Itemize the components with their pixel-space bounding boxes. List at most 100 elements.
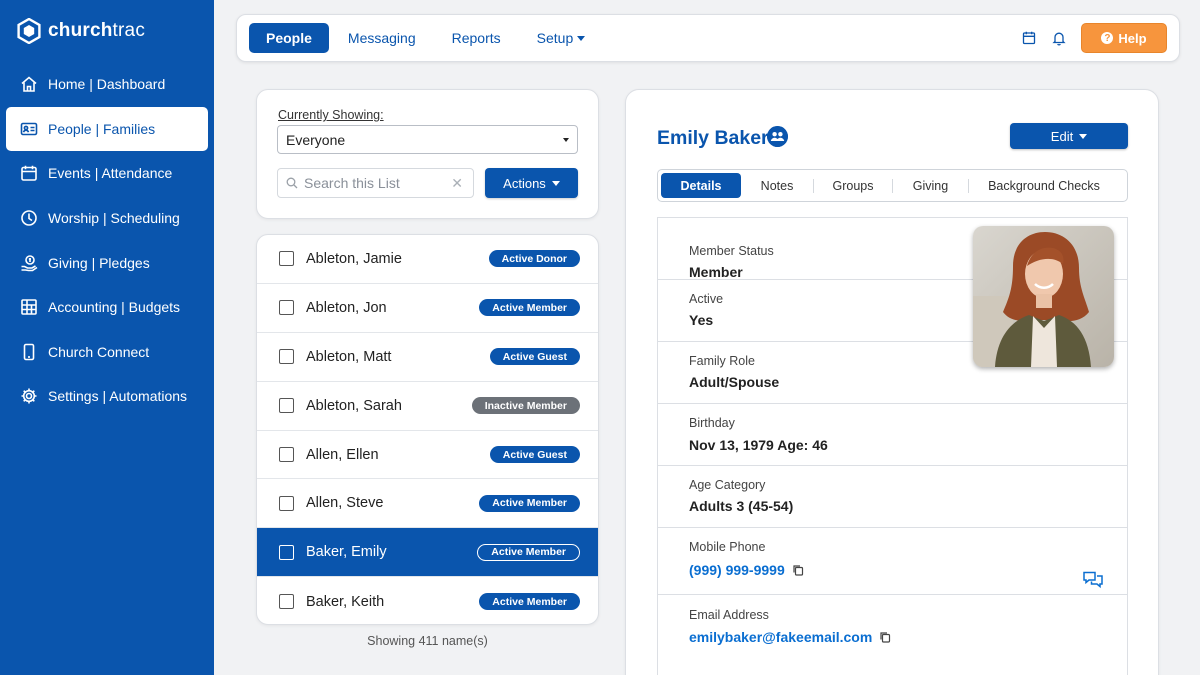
row-checkbox[interactable] [279, 594, 294, 610]
field-label: Email Address [689, 608, 769, 622]
phone-link[interactable]: (999) 999-9999 [689, 562, 804, 578]
calendar-icon[interactable] [1021, 30, 1037, 46]
ledger-icon [21, 299, 37, 316]
status-badge: Inactive Member [471, 397, 580, 415]
sidebar-item-events[interactable]: Events | Attendance [0, 151, 214, 196]
sidebar: churchtrac Home | Dashboard People | Fam… [0, 0, 214, 675]
sidebar-item-accounting[interactable]: Accounting | Budgets [0, 285, 214, 330]
id-card-icon [20, 122, 38, 136]
list-filter-select[interactable]: Everyone [277, 125, 578, 154]
giving-icon [21, 254, 38, 271]
field-label: Family Role [689, 354, 755, 368]
top-tabs: People Messaging Reports Setup [249, 23, 602, 53]
tab-background-checks[interactable]: Background Checks [969, 173, 1119, 198]
search-icon [286, 177, 298, 189]
clear-search-icon[interactable]: ✕ [451, 175, 463, 192]
bell-icon[interactable] [1051, 30, 1067, 46]
copy-icon[interactable] [879, 631, 891, 643]
sidebar-item-giving[interactable]: Giving | Pledges [0, 240, 214, 285]
field-label: Age Category [689, 478, 766, 492]
sidebar-item-label: Events | Attendance [48, 165, 173, 182]
row-checkbox[interactable] [279, 251, 294, 267]
field-value: Yes [689, 312, 714, 328]
list-item[interactable]: Allen, Ellen Active Guest [257, 431, 598, 480]
status-badge: Active Member [479, 299, 580, 317]
churchtrac-logo[interactable]: churchtrac [16, 18, 145, 44]
calendar-icon [21, 166, 37, 182]
tab-details[interactable]: Details [661, 173, 741, 198]
row-checkbox[interactable] [279, 300, 294, 316]
tab-messaging[interactable]: Messaging [331, 23, 433, 53]
list-item[interactable]: Baker, Keith Active Member [257, 577, 598, 624]
row-checkbox[interactable] [279, 398, 294, 414]
tab-setup[interactable]: Setup [520, 23, 603, 53]
tab-groups[interactable]: Groups [814, 173, 892, 198]
actions-button[interactable]: Actions [485, 168, 578, 198]
sidebar-item-people[interactable]: People | Families [6, 106, 208, 152]
row-checkbox[interactable] [279, 544, 294, 560]
list-item[interactable]: Ableton, Jon Active Member [257, 284, 598, 333]
person-title: Emily Baker [657, 127, 769, 149]
row-checkbox[interactable] [279, 495, 294, 511]
sidebar-item-label: Church Connect [48, 343, 150, 360]
help-button[interactable]: ? Help [1081, 23, 1167, 53]
sidebar-item-worship[interactable]: Worship | Scheduling [0, 196, 214, 241]
worship-icon [21, 210, 37, 226]
search-input[interactable] [304, 175, 444, 191]
top-icon-group: ? Help [1021, 23, 1167, 53]
people-list: Ableton, Jamie Active Donor Ableton, Jon… [256, 234, 599, 625]
list-search-box[interactable]: ✕ [277, 168, 474, 198]
status-badge: Active Guest [489, 446, 580, 463]
sidebar-item-label: Worship | Scheduling [48, 210, 180, 227]
tab-reports[interactable]: Reports [435, 23, 518, 53]
currently-showing-label: Currently Showing: [278, 108, 384, 122]
sidebar-item-label: People | Families [48, 120, 156, 137]
sidebar-item-label: Home | Dashboard [48, 76, 166, 93]
profile-photo [973, 226, 1114, 367]
phone-icon [23, 343, 35, 361]
person-name: Baker, Emily [306, 544, 387, 561]
sidebar-item-home[interactable]: Home | Dashboard [0, 62, 214, 107]
field-label: Birthday [689, 416, 735, 430]
detail-tabs: Details Notes Groups Giving Background C… [657, 169, 1128, 202]
sidebar-item-settings[interactable]: Settings | Automations [0, 374, 214, 419]
row-checkbox[interactable] [279, 447, 294, 462]
chevron-down-icon [577, 35, 586, 41]
person-name: Allen, Steve [306, 495, 384, 512]
chat-icon[interactable] [1082, 570, 1104, 590]
logo-wordmark: churchtrac [48, 20, 146, 41]
sidebar-nav: Home | Dashboard People | Families Event… [0, 62, 214, 419]
tab-giving[interactable]: Giving [893, 173, 968, 198]
field-value: Nov 13, 1979 Age: 46 [689, 437, 828, 453]
email-link[interactable]: emilybaker@fakeemail.com [689, 629, 891, 645]
chevron-down-icon [551, 180, 560, 186]
person-name: Allen, Ellen [306, 446, 379, 463]
list-item[interactable]: Allen, Steve Active Member [257, 479, 598, 529]
list-item[interactable]: Ableton, Matt Active Guest [257, 333, 598, 382]
person-name: Ableton, Matt [306, 348, 392, 365]
sidebar-item-label: Giving | Pledges [48, 254, 150, 271]
copy-icon[interactable] [792, 564, 804, 576]
list-item[interactable]: Ableton, Jamie Active Donor [257, 235, 598, 284]
row-checkbox[interactable] [279, 349, 294, 365]
sidebar-item-church-connect[interactable]: Church Connect [0, 330, 214, 375]
person-name: Ableton, Jon [306, 299, 387, 316]
field-label: Member Status [689, 244, 774, 258]
field-age-category: Age Category Adults 3 (45-54) [658, 466, 1127, 528]
gear-icon [21, 388, 37, 404]
list-item[interactable]: Ableton, Sarah Inactive Member [257, 382, 598, 431]
field-label: Active [689, 292, 724, 306]
edit-button[interactable]: Edit [1010, 123, 1128, 149]
list-count: Showing 411 name(s) [367, 634, 488, 648]
field-value: Adults 3 (45-54) [689, 498, 794, 514]
field-value: Member [689, 264, 743, 280]
tab-notes[interactable]: Notes [741, 173, 813, 198]
person-name: Ableton, Jamie [306, 250, 402, 267]
field-birthday: Birthday Nov 13, 1979 Age: 46 [658, 404, 1127, 466]
field-mobile-phone: Mobile Phone (999) 999-9999 [658, 528, 1127, 595]
list-item-selected[interactable]: Baker, Emily Active Member [257, 528, 598, 578]
sidebar-item-label: Accounting | Budgets [48, 299, 181, 316]
family-icon[interactable] [767, 126, 788, 147]
chevron-down-icon [563, 138, 569, 142]
tab-people[interactable]: People [249, 23, 329, 53]
